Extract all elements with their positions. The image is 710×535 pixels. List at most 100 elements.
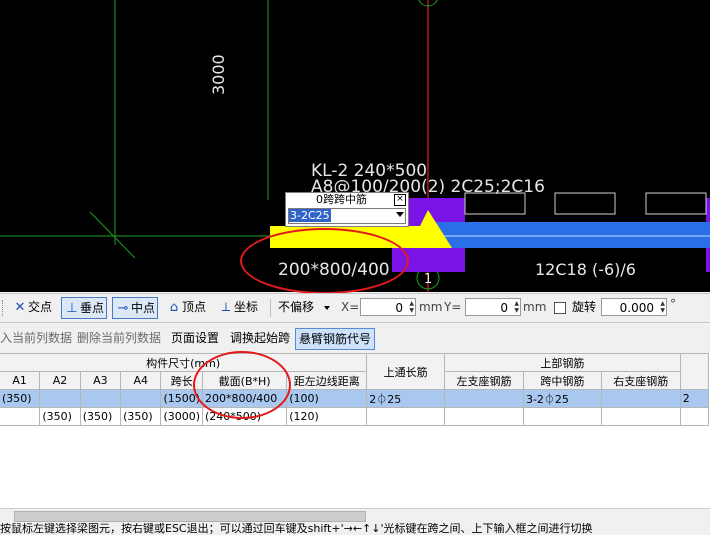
cell-a3[interactable]	[79, 389, 122, 408]
cell-mid-span[interactable]: 3-2⏀25	[522, 389, 602, 408]
cell-a2[interactable]	[39, 389, 81, 408]
col-header-left-support[interactable]: 左支座钢筋	[444, 371, 524, 390]
dimension-label: 3000	[209, 54, 228, 95]
midpoint-icon: ⊸	[117, 301, 129, 316]
spin-icon[interactable]: ▲ ▼	[510, 300, 519, 314]
cell-distance[interactable]: (100)	[286, 389, 368, 408]
col-header-a3[interactable]: A3	[79, 371, 122, 390]
snap-vertex[interactable]: ⌂ 顶点	[164, 297, 208, 317]
swap-start-span-button[interactable]: 调换起始跨	[227, 328, 293, 348]
action-toolbar: 入当前列数据 删除当前列数据 页面设置 调换起始跨 悬臂钢筋代号	[0, 324, 710, 352]
cell-a4[interactable]: (350)	[120, 407, 162, 426]
cell-top-long[interactable]: 2⏀25	[366, 389, 446, 408]
cell-extra[interactable]: 2	[679, 389, 710, 408]
col-header-distance[interactable]: 距左边线距离	[286, 371, 368, 390]
col-header-a2[interactable]: A2	[39, 371, 81, 390]
popup-title: 0跨跨中筋	[316, 193, 367, 206]
cell-left-support[interactable]	[444, 389, 524, 408]
cell-a3[interactable]: (350)	[79, 407, 122, 426]
snap-midpoint[interactable]: ⊸ 中点	[112, 297, 159, 319]
offset-mode-value: 不偏移	[278, 300, 315, 314]
cross-icon: ✕	[14, 300, 26, 315]
x-unit: mm	[419, 300, 443, 314]
toolbar-grip[interactable]	[2, 300, 5, 316]
snap-label: 中点	[131, 301, 156, 315]
spin-icon[interactable]: ▲ ▼	[656, 300, 665, 314]
cell-span[interactable]: (1500)	[160, 389, 204, 408]
y-offset-value: 0	[500, 301, 508, 315]
x-offset-value: 0	[395, 301, 403, 315]
cell-distance[interactable]: (120)	[286, 407, 368, 426]
cell-right-support[interactable]	[600, 389, 681, 408]
snap-intersection[interactable]: ✕ 交点	[10, 297, 54, 317]
cell-a1[interactable]: (350)	[0, 389, 41, 408]
scrollbar-thumb[interactable]	[14, 511, 366, 522]
rotate-checkbox[interactable]	[554, 302, 566, 314]
rebar-label-right: 12C18 (-6)/6	[535, 260, 636, 279]
group-header-size: 构件尺寸(mm)	[0, 353, 368, 372]
y-offset-input[interactable]: 0 ▲ ▼	[465, 298, 521, 316]
cantilever-code-button[interactable]: 悬臂钢筋代号	[295, 328, 376, 350]
cell-top-long[interactable]	[366, 407, 446, 426]
page-setup-button[interactable]: 页面设置	[168, 328, 222, 348]
col-header-a4[interactable]: A4	[120, 371, 162, 390]
cell-a2[interactable]: (350)	[39, 407, 81, 426]
x-label: X=	[341, 300, 360, 314]
spin-icon[interactable]: ▲ ▼	[405, 300, 414, 314]
snap-perpendicular[interactable]: ⊥ 垂点	[61, 297, 108, 319]
axis-number: 1	[424, 272, 432, 287]
header-row-group: 构件尺寸(mm) 上通长筋 上部钢筋	[0, 353, 710, 390]
degree-symbol: °	[670, 297, 676, 311]
close-icon[interactable]: ×	[394, 194, 406, 206]
status-bar: 按鼠标左键选择梁图元，按右键或ESC退出；可以通过回车键及shift+'→←↑↓…	[0, 523, 710, 535]
offset-mode-select[interactable]: 不偏移	[276, 297, 332, 317]
coordinate-icon: ⟂	[221, 300, 231, 315]
col-header-extra	[679, 353, 710, 390]
cell-a1[interactable]	[0, 407, 41, 426]
header-row: A1 A2 A3 A4 跨长 截面(B*H) 距左边线距离 左支座钢筋 跨中钢筋…	[0, 371, 709, 390]
cell-extra[interactable]	[679, 407, 710, 426]
delete-column-button[interactable]: 删除当前列数据	[74, 328, 164, 348]
y-unit: mm	[523, 300, 547, 314]
x-offset-input[interactable]: 0 ▲ ▼	[360, 298, 416, 316]
cell-left-support[interactable]	[444, 407, 524, 426]
col-header-section[interactable]: 截面(B*H)	[202, 371, 288, 390]
col-header-top-long[interactable]: 上通长筋	[366, 353, 446, 390]
drawing-svg: 3000 KL-2 240*500 A8@100/200(2) 2C25;2C1…	[0, 0, 710, 292]
snap-label: 顶点	[182, 300, 207, 314]
chevron-down-icon[interactable]	[396, 212, 404, 217]
cad-canvas[interactable]: 3000 KL-2 240*500 A8@100/200(2) 2C25;2C1…	[0, 0, 710, 292]
cell-section[interactable]: (240*500)	[202, 407, 288, 426]
inline-edit-popup[interactable]: 0跨跨中筋 × 3-2C25	[285, 192, 409, 227]
cell-span[interactable]: (3000)	[160, 407, 204, 426]
col-header-right-support[interactable]: 右支座钢筋	[600, 371, 681, 390]
chevron-down-icon	[323, 305, 330, 310]
cell-mid-span[interactable]	[522, 407, 602, 426]
rotate-label: 旋转	[572, 300, 597, 314]
table-row[interactable]: (350) (1500) 200*800/400 (100) 2⏀25 3-2⏀…	[0, 389, 710, 408]
rotate-value: 0.000	[619, 301, 654, 315]
rebar-input-value: 3-2C25	[289, 209, 331, 222]
cell-right-support[interactable]	[600, 407, 681, 426]
divider	[270, 299, 271, 317]
snap-label: 坐标	[234, 300, 259, 314]
snap-coordinate[interactable]: ⟂ 坐标	[216, 297, 260, 317]
table-row[interactable]: (350) (350) (350) (3000) (240*500) (120)	[0, 407, 710, 426]
label-box	[645, 192, 707, 215]
snap-toolbar: ✕ 交点 ⊥ 垂点 ⊸ 中点 ⌂ 顶点 ⟂ 坐标 不偏移 X= 0 ▲ ▼ mm Y= 0 ▲ ▼…	[0, 293, 710, 323]
insert-column-button[interactable]: 入当前列数据	[0, 328, 75, 348]
group-header-top-bar: 上部钢筋	[444, 353, 681, 372]
beam-shape	[430, 222, 710, 248]
col-header-mid-span[interactable]: 跨中钢筋	[522, 371, 602, 390]
perpendicular-icon: ⊥	[66, 301, 78, 316]
y-label: Y=	[444, 300, 462, 314]
cell-section[interactable]: 200*800/400	[202, 389, 288, 408]
col-header-span[interactable]: 跨长	[160, 371, 204, 390]
col-header-a1[interactable]: A1	[0, 371, 41, 390]
span-data-grid[interactable]: 构件尺寸(mm) 上通长筋 上部钢筋 A1 A2 A3 A4 跨长 截面(B*H…	[0, 353, 710, 508]
rotate-input[interactable]: 0.000 ▲ ▼	[601, 298, 667, 316]
label-box	[554, 192, 616, 215]
horizontal-scrollbar[interactable]	[0, 508, 710, 523]
rebar-input[interactable]: 3-2C25	[288, 208, 406, 224]
cell-a4[interactable]	[120, 389, 162, 408]
